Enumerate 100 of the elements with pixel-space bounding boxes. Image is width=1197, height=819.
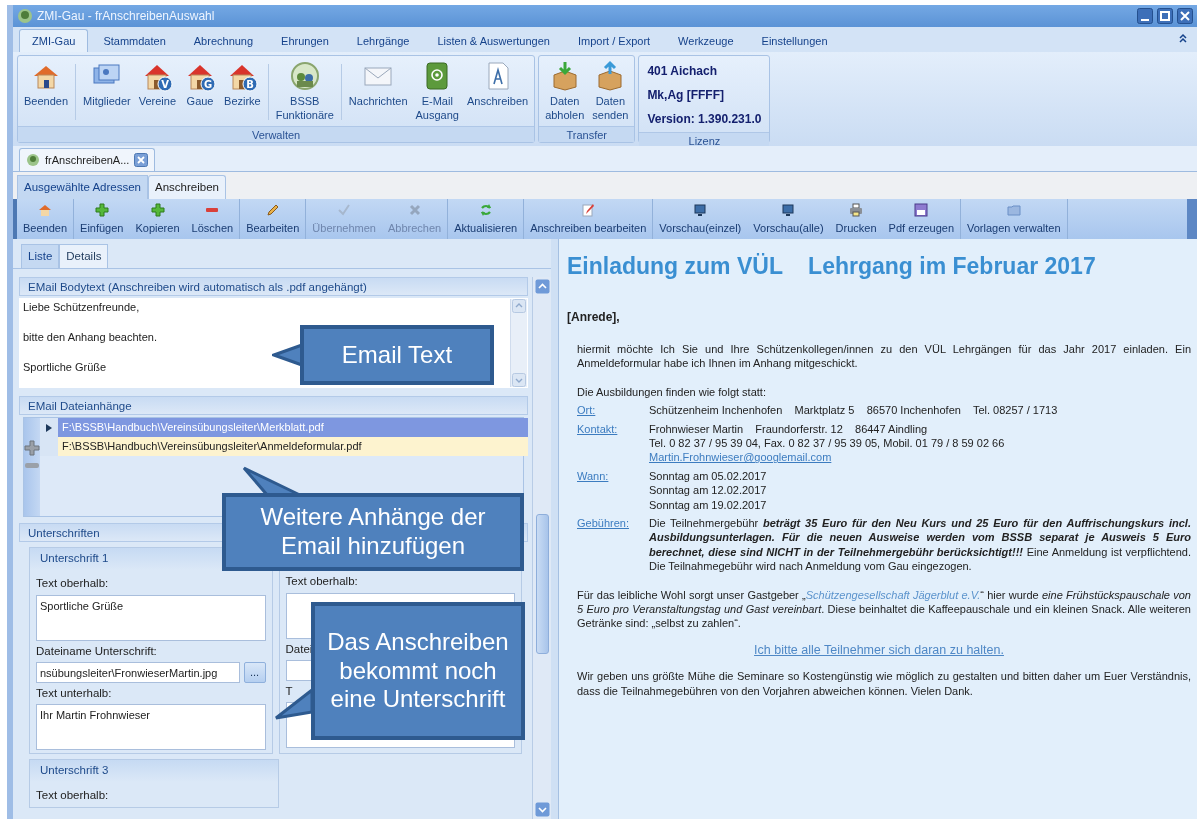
maximize-icon[interactable] (1157, 8, 1173, 24)
ribbon-button[interactable]: Anschreiben (462, 58, 533, 111)
ribbon-tab[interactable]: Abrechnung (180, 28, 267, 52)
floppy-icon (914, 202, 929, 217)
toolbar-button[interactable]: Kopieren (129, 199, 186, 239)
plus-icon (150, 202, 165, 217)
email-link[interactable]: Martin.Frohnwieser@googlemail.com (649, 451, 832, 464)
callout-tooltip: Email Text (300, 325, 494, 385)
tab-label: frAnschreibenA... (45, 152, 130, 168)
license-info: Version: 1.390.231.0 (647, 111, 762, 128)
detail-text: Sonntag am 05.02.2017 (649, 468, 768, 484)
tab[interactable]: Liste (21, 244, 60, 269)
close-icon[interactable] (1177, 8, 1193, 24)
detail-link[interactable]: Gebühren: (577, 516, 629, 529)
scroll-down-icon[interactable] (512, 373, 526, 388)
group-title: Verwalten (18, 126, 535, 142)
group-header: Unterschrift 3 (30, 760, 278, 782)
detail-text: Schützenheim Inchenhofen Marktplatz 5 86570 Inchenhofen Tel. 08257 / 1713 (649, 403, 1059, 418)
field-label: T (285, 683, 293, 699)
detail-link[interactable]: Wann: (577, 469, 609, 482)
toolbar-button[interactable]: Drucken (829, 199, 883, 239)
ribbon-tab[interactable]: Ehrungen (268, 28, 342, 52)
field-label: Dateiname Unterschrift: (36, 643, 157, 659)
ribbon-button[interactable]: Mitglieder (79, 58, 135, 111)
ribbon-tab[interactable]: Lehrgänge (343, 28, 423, 52)
app-logo-icon (17, 8, 33, 24)
tab[interactable]: Anschreiben (148, 174, 226, 199)
toolbar-button[interactable]: Löschen (185, 199, 240, 239)
ribbon-button[interactable]: B Bezirke (220, 58, 265, 111)
detail-text: Sonntag am 12.02.2017 (649, 483, 768, 498)
group-title: Transfer (539, 126, 635, 142)
ribbon-tab[interactable]: Import / Export (564, 28, 664, 52)
monitor-icon (693, 202, 708, 217)
printer-icon (849, 202, 864, 217)
toolbar-button[interactable]: Einfügen (74, 199, 130, 239)
ribbon-button[interactable]: Beenden (20, 58, 73, 111)
scroll-up-icon[interactable] (512, 299, 526, 314)
scroll-thumb[interactable] (535, 514, 549, 655)
detail-text: Frohnwieser Martin Fraundorferstr. 12 86447 Aindling (649, 421, 929, 436)
license-info: 401 Aichach (647, 63, 718, 80)
text-field[interactable]: Ihr Martin Frohnwieser (36, 704, 266, 750)
ribbon-button[interactable]: Nachrichten (344, 58, 412, 111)
tab[interactable]: Details (59, 244, 109, 269)
pencil-icon (581, 202, 596, 217)
ribbon-tab[interactable]: Listen & Auswertungen (424, 28, 563, 52)
seal-icon (288, 60, 321, 92)
ribbon-button[interactable]: V Vereine (134, 58, 181, 111)
field-label: Text unterhalb: (36, 685, 112, 701)
detail-text: Sonntag am 19.02.2017 (649, 497, 768, 512)
scroll-up-icon[interactable] (534, 279, 550, 295)
detail-link[interactable]: Ort: (577, 404, 596, 417)
toolbar-button[interactable]: Anschreiben bearbeiten (524, 199, 653, 239)
check-icon (337, 202, 352, 217)
ribbon-tab[interactable]: ZMI-Gau (19, 28, 89, 52)
detail-link[interactable]: Kontakt: (577, 422, 618, 435)
minus-icon[interactable] (24, 462, 40, 471)
toolbar-button[interactable]: Aktualisieren (448, 199, 524, 239)
ribbon-button[interactable]: G Gaue (180, 58, 221, 111)
window-title: ZMI-Gau - frAnschreibenAuswahl (37, 8, 215, 25)
document-tab[interactable]: frAnschreibenA... (19, 147, 156, 171)
ribbon-button[interactable]: Daten abholen (541, 58, 589, 125)
row-pointer-icon (46, 423, 52, 432)
scroll-down-icon[interactable] (534, 802, 550, 817)
minimize-icon[interactable] (1137, 8, 1153, 24)
ribbon-button[interactable]: E-Mail Ausgang (411, 58, 463, 125)
ribbon-tab[interactable]: Einstellungen (748, 28, 841, 52)
folder-icon (1006, 202, 1021, 217)
toolbar-button[interactable]: Bearbeiten (240, 199, 306, 239)
paragraph: Wir geben uns größte Mühe die Seminare so Kostengünstig wie möglich zu gestalten und bitten daher um Euer Verständnis, dass die Teilnahmegebühren von den Vorjahren abweichen können. Vielen Dank. (576, 669, 1191, 699)
ribbon-tab[interactable]: Stammdaten (90, 28, 179, 52)
field-label: Text oberhalb: (285, 574, 358, 590)
close-icon[interactable] (134, 152, 149, 167)
field-label: Text oberhalb: (36, 576, 109, 592)
plus-icon (94, 202, 109, 217)
paragraph: Die Ausbildungen finden wie folgt statt: (576, 384, 767, 400)
scrollbar[interactable] (532, 277, 551, 819)
tab[interactable]: Ausgewählte Adressen (17, 174, 148, 199)
toolbar-button[interactable]: Vorschau(alle) (747, 199, 830, 239)
input-field[interactable]: nsübungsleiter\FronwieserMartin.jpg (36, 661, 240, 683)
toolbar-button[interactable]: Vorlagen verwalten (961, 199, 1067, 239)
group-header: EMail Bodytext (Anschreiben wird automatisch als .pdf angehängt) (19, 277, 528, 297)
document-heading: Einladung zum VÜL Lehrgang im Februar 2017 (567, 252, 1097, 281)
toolbar-button[interactable]: Vorschau(einzel) (653, 199, 748, 239)
collapse-icon[interactable] (1177, 32, 1189, 44)
plus-icon[interactable] (24, 440, 40, 457)
license-info: Mk,Ag [FFFF] (647, 87, 726, 104)
field-label: Text oberhalb: (36, 788, 109, 803)
ribbon-button[interactable]: BSSB Funktionäre (271, 58, 338, 125)
paragraph: Für das leibliche Wohl sorgt unser Gastgeber „Schützengesellschaft Jägerblut e.V.“ hier wurde eine Frühstückspauschale von 5 Euro pro Veranstaltungstag und Gast vereinbart. Diese beinhaltet die Kaffeepauschale und ein kleinen Snack. Alle weiteren Getränke sind: „selbst zu zahlen“. (576, 587, 1191, 631)
text-field[interactable]: Sportliche Grüße (36, 594, 266, 641)
app-logo-icon (26, 152, 40, 167)
toolbar-button[interactable]: Pdf erzeugen (882, 199, 960, 239)
paragraph: Die Teilnehmergebühr beträgt 35 Euro für den Neu Kurs und 25 Euro für den Auffrischungskurs incl. Ausbildungsunterlagen. Für die neuen Ausweise werden vom BSSB separat je Ausweis 5 Euro berechnet, diese sind NICHT in der Teilnehmergebühr berücksichtigt!!! Eine Anmeldung ist verpflichtend. Die Teilnahmegebühr wird nach Anmeldung vom Gau eingezogen. (649, 515, 1191, 574)
toolbar-button[interactable]: Beenden (17, 199, 74, 239)
file-path[interactable]: F:\BSSB\Handbuch\Vereinsübungsleiter\Anmeldeformular.pdf (58, 437, 528, 457)
callout-pointer-tooltip (274, 686, 314, 720)
x-icon (407, 202, 422, 217)
ribbon-button[interactable]: Daten senden (588, 58, 633, 125)
ribbon-tab[interactable]: Werkzeuge (665, 28, 747, 52)
browse-button[interactable]: ... (243, 661, 266, 683)
